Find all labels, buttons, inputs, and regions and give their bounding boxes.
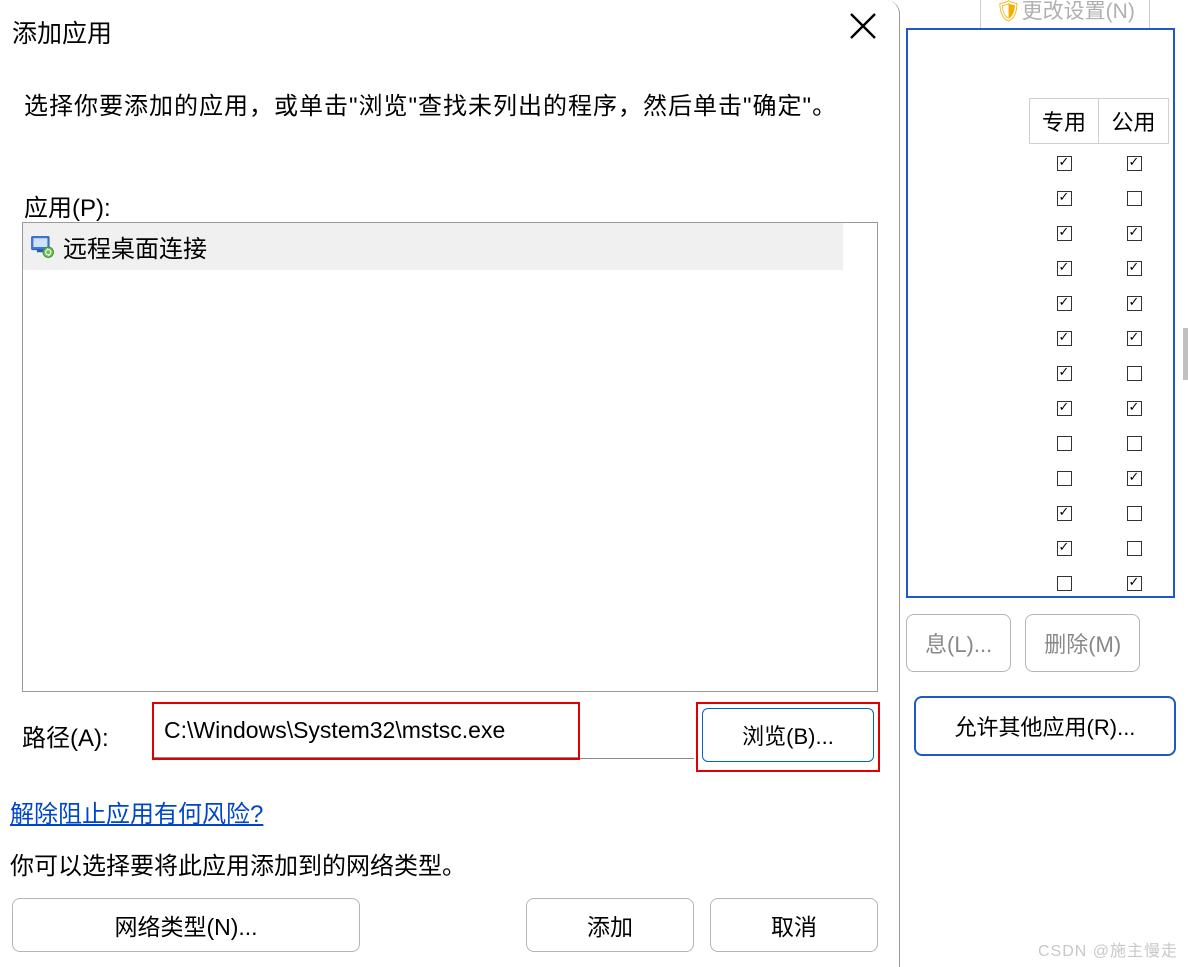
table-row: [1029, 358, 1169, 393]
checkbox: [1127, 436, 1142, 451]
instruction-text: 选择你要添加的应用，或单击"浏览"查找未列出的程序，然后单击"确定"。: [24, 86, 837, 121]
checkbox: [1127, 366, 1142, 381]
add-app-dialog: 添加应用 选择你要添加的应用，或单击"浏览"查找未列出的程序，然后单击"确定"。…: [0, 0, 900, 967]
table-row: [1029, 323, 1169, 358]
checkbox: [1127, 156, 1142, 171]
checkbox: [1127, 226, 1142, 241]
checkbox: [1057, 576, 1072, 591]
path-label: 路径(A):: [22, 718, 109, 753]
checkbox: [1057, 191, 1072, 206]
browse-highlight: 浏览(B)...: [696, 702, 880, 772]
checkbox: [1127, 331, 1142, 346]
add-button[interactable]: 添加: [526, 898, 694, 952]
table-row: [1029, 463, 1169, 498]
checkbox: [1127, 506, 1142, 521]
checkbox: [1127, 471, 1142, 486]
delete-button: 删除(M): [1025, 614, 1140, 672]
checkbox: [1057, 296, 1072, 311]
table-row: [1029, 428, 1169, 463]
path-highlight: [152, 702, 580, 760]
checkbox: [1127, 191, 1142, 206]
header-public: 公用: [1099, 98, 1169, 144]
apps-label: 应用(P):: [24, 188, 111, 223]
nettype-instruction: 你可以选择要将此应用添加到的网络类型。: [10, 846, 466, 881]
checkbox: [1057, 366, 1072, 381]
watermark: CSDN @施主慢走: [1038, 937, 1178, 961]
checkbox: [1057, 506, 1072, 521]
path-underline: [580, 758, 694, 759]
checkbox: [1057, 331, 1072, 346]
table-row: [1029, 288, 1169, 323]
list-item[interactable]: 远程桌面连接: [23, 223, 843, 270]
path-input[interactable]: [154, 704, 578, 758]
table-row: [1029, 253, 1169, 288]
checkbox: [1127, 541, 1142, 556]
checkbox-rows: [1029, 148, 1169, 603]
checkbox: [1057, 401, 1072, 416]
checkbox: [1057, 156, 1072, 171]
network-type-button[interactable]: 网络类型(N)...: [12, 898, 360, 952]
table-row: [1029, 498, 1169, 533]
table-row: [1029, 568, 1169, 603]
checkbox: [1127, 296, 1142, 311]
table-row: [1029, 148, 1169, 183]
table-row: [1029, 218, 1169, 253]
table-row: [1029, 393, 1169, 428]
scrollbar-thumb[interactable]: [1183, 328, 1188, 380]
checkbox: [1057, 541, 1072, 556]
cancel-button[interactable]: 取消: [710, 898, 878, 952]
column-headers: 专用 公用: [1029, 98, 1169, 144]
header-private: 专用: [1029, 98, 1099, 144]
table-row: [1029, 533, 1169, 568]
checkbox: [1127, 401, 1142, 416]
checkbox: [1057, 261, 1072, 276]
checkbox: [1057, 436, 1072, 451]
checkbox: [1127, 576, 1142, 591]
apps-listbox[interactable]: 远程桌面连接: [22, 222, 878, 692]
close-icon[interactable]: [845, 8, 881, 44]
dialog-title: 添加应用: [12, 14, 112, 50]
browse-button[interactable]: 浏览(B)...: [702, 708, 874, 762]
details-button: 息(L)...: [906, 614, 1011, 672]
checkbox: [1127, 261, 1142, 276]
risk-link[interactable]: 解除阻止应用有何风险?: [10, 794, 263, 829]
table-row: [1029, 183, 1169, 218]
rdp-icon: [29, 233, 57, 261]
allow-other-app-button[interactable]: 允许其他应用(R)...: [914, 696, 1176, 756]
checkbox: [1057, 471, 1072, 486]
allowed-apps-panel: 专用 公用: [906, 28, 1175, 598]
app-name: 远程桌面连接: [63, 229, 207, 264]
checkbox: [1057, 226, 1072, 241]
